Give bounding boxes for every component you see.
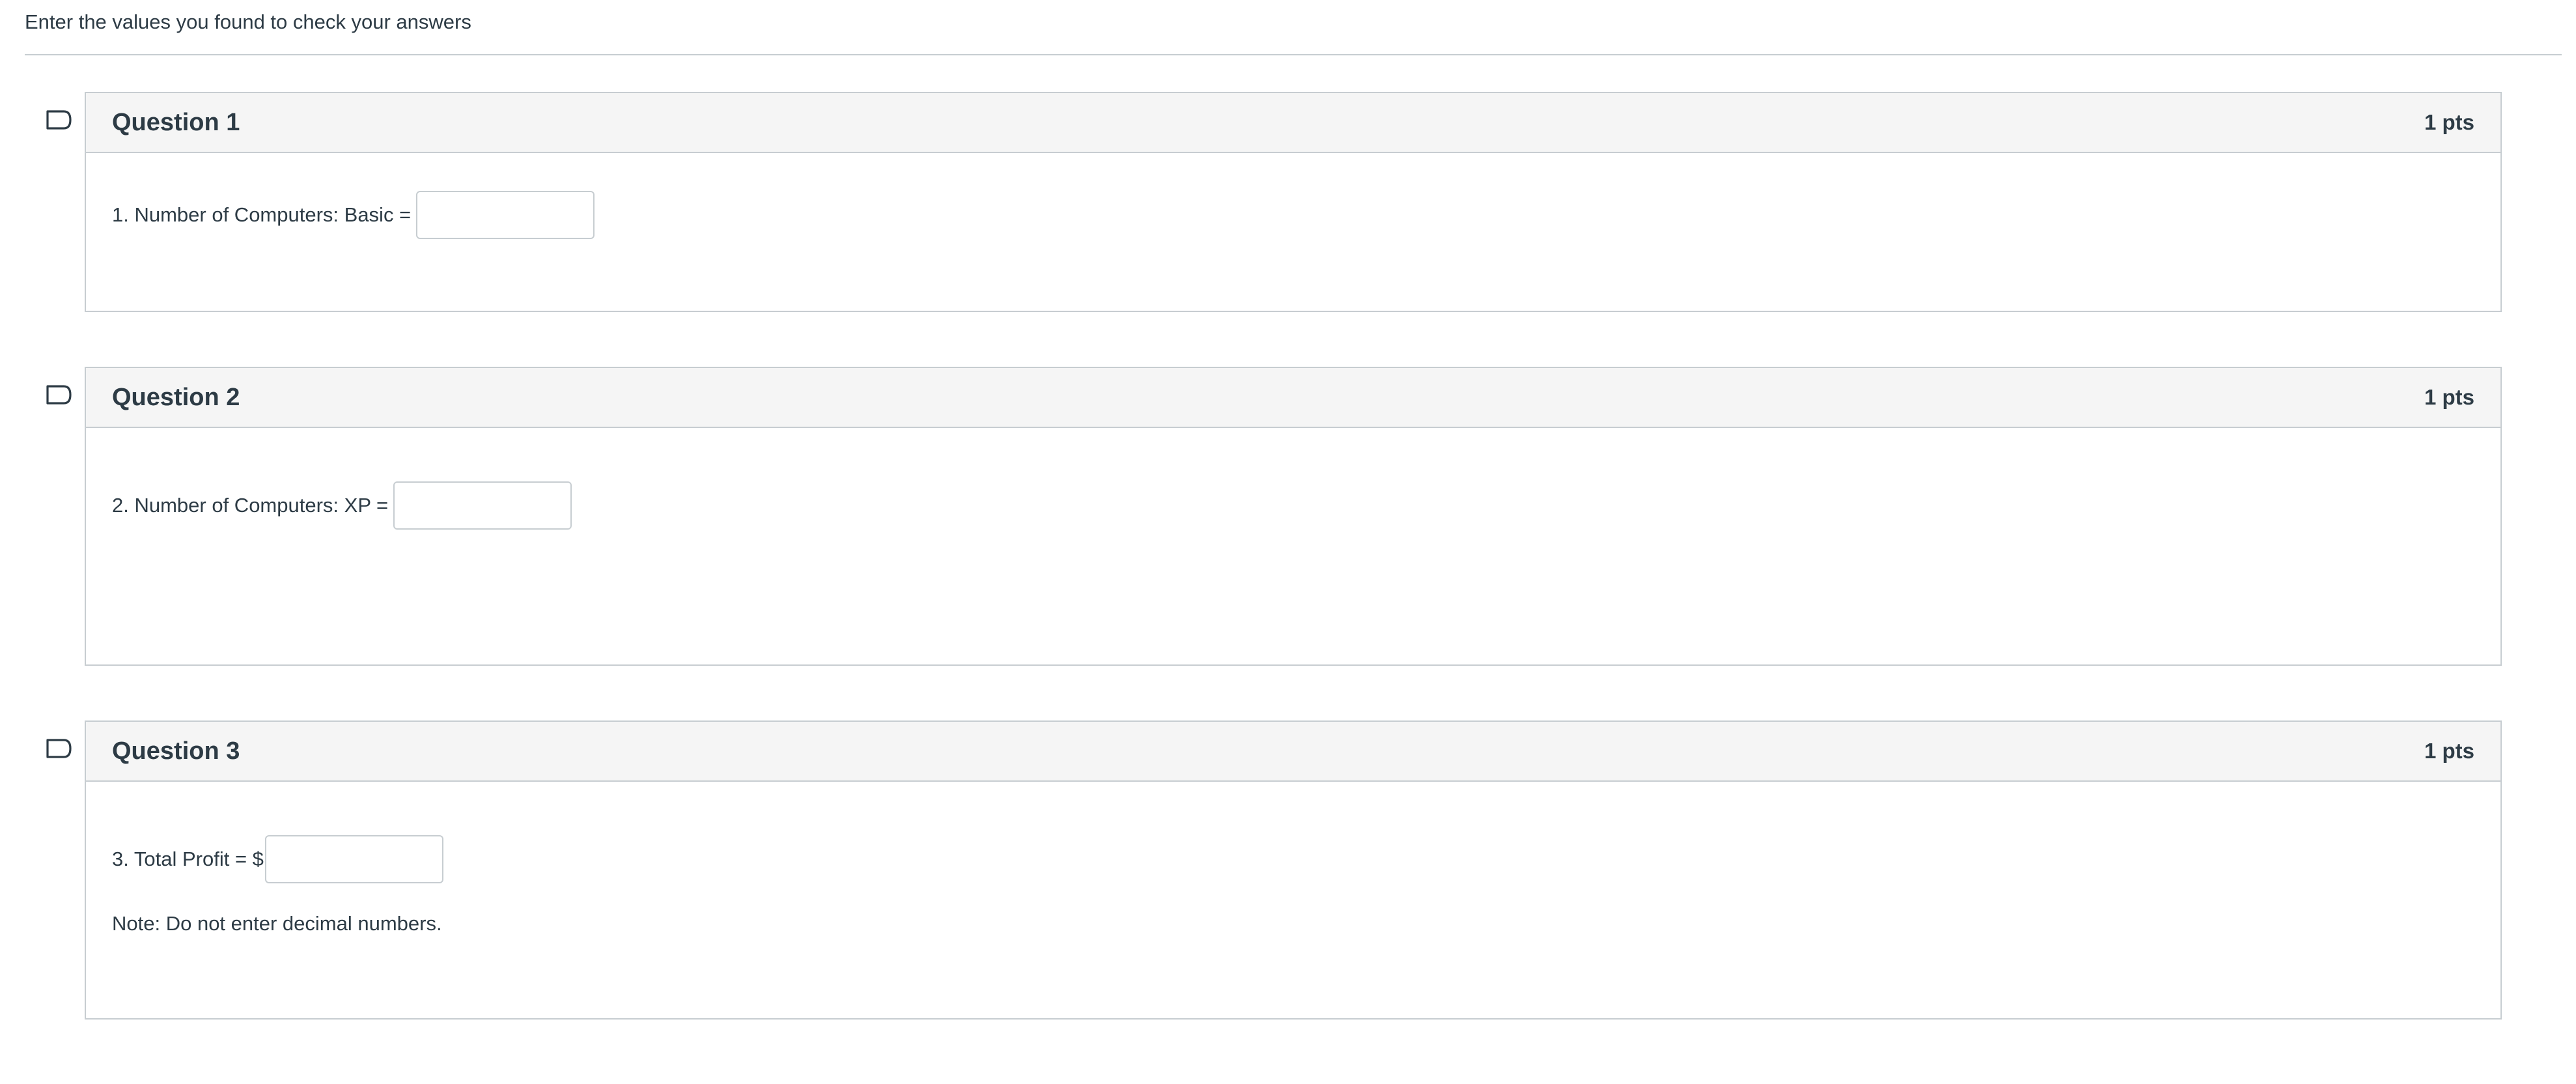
- question-2-header: Question 2 1 pts: [86, 368, 2500, 428]
- question-2-title: Question 2: [112, 383, 240, 411]
- question-1-answer-input[interactable]: [416, 191, 595, 239]
- question-3-note: Note: Do not enter decimal numbers.: [112, 912, 442, 935]
- question-3: Question 3 1 pts 3. Total Profit = $ Not…: [85, 720, 2502, 1020]
- flag-question-2-button[interactable]: [46, 384, 73, 405]
- question-3-title: Question 3: [112, 737, 240, 765]
- flag-outline-icon: [46, 110, 72, 130]
- question-2-prompt: 2. Number of Computers: XP =: [112, 494, 389, 517]
- question-1-points: 1 pts: [2424, 110, 2474, 134]
- question-3-prompt: 3. Total Profit = $: [112, 848, 264, 870]
- flag-question-3-button[interactable]: [46, 738, 73, 759]
- question-3-points: 1 pts: [2424, 739, 2474, 763]
- intro-divider: [25, 54, 2562, 55]
- question-2-answer-input[interactable]: [393, 481, 572, 530]
- question-2-points: 1 pts: [2424, 385, 2474, 409]
- question-3-header: Question 3 1 pts: [86, 722, 2500, 782]
- question-2: Question 2 1 pts 2. Number of Computers:…: [85, 367, 2502, 666]
- flag-outline-icon: [46, 739, 72, 758]
- question-1-prompt-row: 1. Number of Computers: Basic =: [112, 191, 595, 239]
- question-1: Question 1 1 pts 1. Number of Computers:…: [85, 92, 2502, 312]
- question-1-prompt: 1. Number of Computers: Basic =: [112, 203, 412, 226]
- intro-text: Enter the values you found to check your…: [25, 10, 471, 33]
- flag-question-1-button[interactable]: [46, 109, 73, 130]
- flag-outline-icon: [46, 385, 72, 405]
- question-3-answer-input[interactable]: [264, 835, 443, 883]
- question-2-prompt-row: 2. Number of Computers: XP =: [112, 481, 572, 530]
- question-1-title: Question 1: [112, 108, 240, 136]
- question-3-prompt-row: 3. Total Profit = $: [112, 835, 443, 883]
- question-1-header: Question 1 1 pts: [86, 93, 2500, 153]
